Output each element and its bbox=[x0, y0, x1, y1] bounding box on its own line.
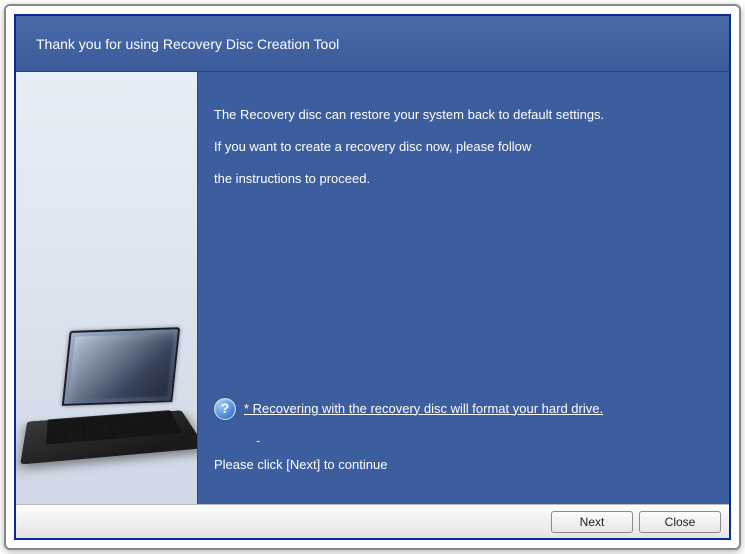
intro-line-3: the instructions to proceed. bbox=[214, 170, 703, 188]
continue-text: Please click [Next] to continue bbox=[214, 456, 703, 474]
help-glyph: ? bbox=[221, 399, 230, 419]
footer-bar: Next Close bbox=[16, 504, 729, 538]
next-button[interactable]: Next bbox=[551, 511, 633, 533]
intro-line-2: If you want to create a recovery disc no… bbox=[214, 138, 703, 156]
laptop-screen bbox=[62, 327, 180, 406]
content-area: The Recovery disc can restore your syste… bbox=[198, 72, 729, 504]
sidebar-image bbox=[16, 72, 198, 504]
warning-link[interactable]: * Recovering with the recovery disc will… bbox=[244, 400, 603, 418]
wizard-panel: Thank you for using Recovery Disc Creati… bbox=[14, 14, 731, 540]
intro-line-1: The Recovery disc can restore your syste… bbox=[214, 106, 703, 124]
warning-row: ? * Recovering with the recovery disc wi… bbox=[214, 398, 703, 420]
body-area: The Recovery disc can restore your syste… bbox=[16, 72, 729, 504]
help-icon: ? bbox=[214, 398, 236, 420]
window-frame: Thank you for using Recovery Disc Creati… bbox=[4, 4, 741, 550]
header-bar: Thank you for using Recovery Disc Creati… bbox=[16, 16, 729, 72]
dash-text: - bbox=[256, 432, 703, 450]
close-button[interactable]: Close bbox=[639, 511, 721, 533]
header-title: Thank you for using Recovery Disc Creati… bbox=[36, 36, 339, 52]
laptop-illustration bbox=[26, 329, 196, 469]
